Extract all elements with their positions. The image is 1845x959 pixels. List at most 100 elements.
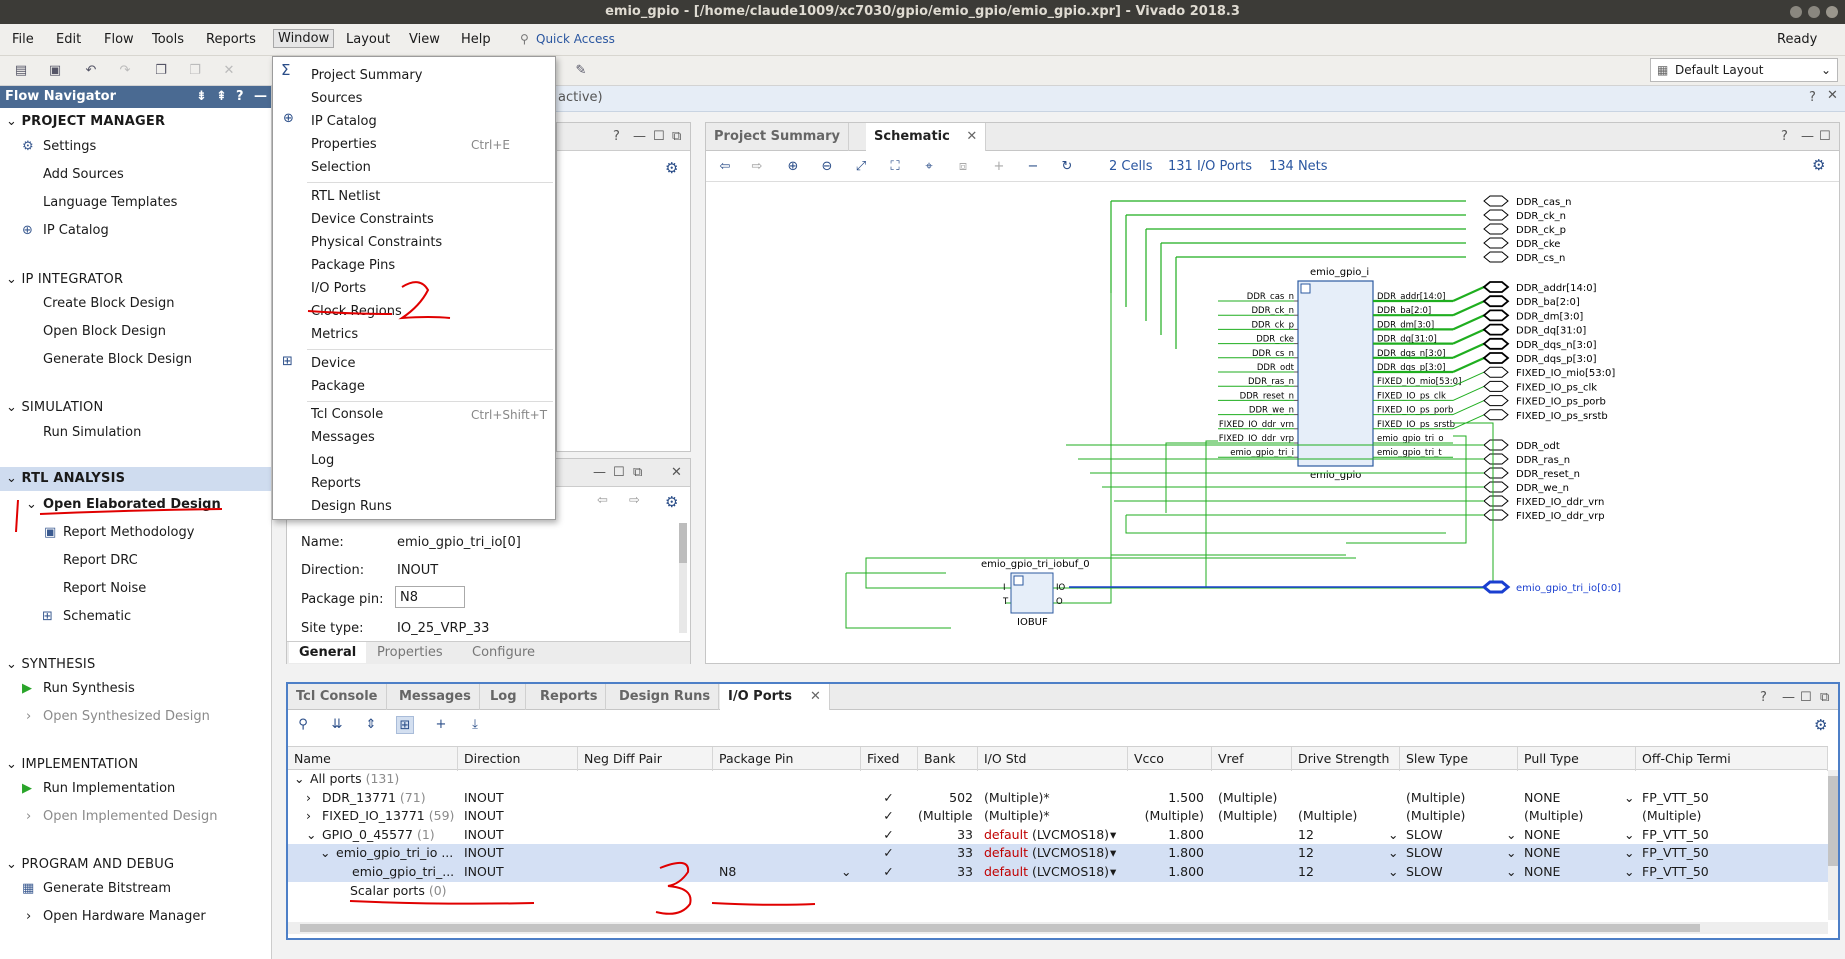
copy-icon[interactable]: ❐ [152,62,170,80]
table-row[interactable]: emio_gpio_tri_... INOUT N8 ⌄ ✓ 33 default (LVC… [288,863,1828,882]
io-ports-count-link[interactable]: 131 I/O Ports [1168,159,1252,174]
column-header[interactable]: Direction [458,747,578,771]
run-synthesis-item[interactable]: Run Synthesis [43,681,135,696]
implementation-section[interactable]: ⌄ IMPLEMENTATION [6,757,138,772]
ip-catalog-item[interactable]: IP Catalog [43,223,109,238]
help-icon[interactable]: ? [1809,90,1816,105]
menu-item-log[interactable]: Log [311,453,334,468]
menu-item-project-summary[interactable]: Project Summary [311,68,422,83]
generate-bitstream-item[interactable]: Generate Bitstream [43,881,171,896]
chevron-down-icon[interactable]: ⌄ [26,497,37,512]
add-sources-item[interactable]: Add Sources [43,167,124,182]
menu-reports[interactable]: Reports [206,32,256,47]
open-synthesized-design-item[interactable]: Open Synthesized Design [43,709,210,724]
chevron-right-icon[interactable]: › [26,709,31,724]
back-icon[interactable]: ⇦ [716,158,734,176]
column-header[interactable]: Fixed [861,747,918,771]
menu-item-tcl-console[interactable]: Tcl Console [311,407,383,422]
collapse-icon[interactable]: − [1024,158,1042,176]
forward-icon[interactable]: ⇨ [629,493,640,508]
menu-item-selection[interactable]: Selection [311,160,371,175]
menu-item-metrics[interactable]: Metrics [311,327,358,342]
menu-item-package[interactable]: Package [311,379,365,394]
fit-icon[interactable]: ⤢ [852,158,870,176]
program-debug-section[interactable]: ⌄ PROGRAM AND DEBUG [6,857,174,872]
column-header[interactable]: Vcco [1128,747,1212,771]
menu-item-package-pins[interactable]: Package Pins [311,258,395,273]
table-row[interactable]: ⌄ emio_gpio_tri_io ... INOUT ✓ 33 default (LV… [288,844,1828,863]
open-implemented-design-item[interactable]: Open Implemented Design [43,809,217,824]
chevron-right-icon[interactable]: › [26,809,31,824]
column-header[interactable]: Pull Type [1518,747,1636,771]
layout-select[interactable]: ▦ Default Layout ⌄ [1650,58,1838,82]
group-icon[interactable]: ⊞ [396,716,414,734]
back-icon[interactable]: ⇦ [597,493,608,508]
target-icon[interactable]: ⌖ [920,158,938,176]
refresh-icon[interactable]: ↻ [1058,158,1076,176]
gear-icon[interactable]: ⚙ [665,493,678,511]
menu-item-device-constraints[interactable]: Device Constraints [311,212,434,227]
close-icon[interactable]: ✕ [1827,88,1838,103]
tab-project-summary[interactable]: Project Summary [706,123,849,151]
help-icon[interactable]: ? [1781,129,1788,144]
column-header[interactable]: Bank [918,747,978,771]
menu-item-device[interactable]: Device [311,356,355,371]
tab-log[interactable]: Log [482,684,526,710]
minimize-icon[interactable]: — [254,86,267,108]
language-templates-item[interactable]: Language Templates [43,195,177,210]
tab-properties[interactable]: Properties [377,645,443,660]
open-project-icon[interactable]: ▤ [12,62,30,80]
simulation-section[interactable]: ⌄ SIMULATION [6,400,103,415]
settings-item[interactable]: Settings [43,139,96,154]
menu-item-rtl-netlist[interactable]: RTL Netlist [311,189,380,204]
menu-item-clock-regions[interactable]: Clock Regions [311,304,402,319]
generate-block-design-item[interactable]: Generate Block Design [43,352,192,367]
maximize-icon[interactable] [1808,6,1820,18]
tab-reports[interactable]: Reports [532,684,607,710]
tab-design-runs[interactable]: Design Runs [611,684,720,710]
menu-item-ip-catalog[interactable]: IP Catalog [311,114,377,129]
menu-item-io-ports[interactable]: I/O Ports [311,281,366,296]
menu-item-design-runs[interactable]: Design Runs [311,499,392,514]
scrollbar[interactable] [1828,770,1838,920]
search-icon[interactable]: ⚲ [294,716,312,734]
report-methodology-item[interactable]: Report Methodology [63,525,194,540]
schematic-item[interactable]: Schematic [63,609,131,624]
rtl-analysis-section[interactable]: ⌄ RTL ANALYSIS [6,471,125,486]
maximize-icon[interactable]: ☐ [653,129,665,144]
tab-configure[interactable]: Configure [472,645,535,660]
collapse-all-icon[interactable]: ⇊ [328,716,346,734]
regenerate-icon[interactable]: ⧈ [954,158,972,176]
export-icon[interactable]: ⤓ [466,716,484,734]
column-header[interactable]: Slew Type [1400,747,1518,771]
minimize-icon[interactable]: — [633,129,646,144]
help-icon[interactable]: ? [613,129,620,144]
column-header[interactable]: Drive Strength [1292,747,1400,771]
tab-messages[interactable]: Messages [391,684,480,710]
run-implementation-item[interactable]: Run Implementation [43,781,175,796]
column-header[interactable]: Off-Chip Termi [1636,747,1828,771]
table-row[interactable]: Scalar ports (0) [288,882,1828,901]
zoom-in-icon[interactable]: ⊕ [784,158,802,176]
tab-schematic[interactable]: Schematic ✕ [866,123,987,151]
close-icon[interactable] [1826,6,1838,18]
ip-integrator-section[interactable]: ⌄ IP INTEGRATOR [6,272,123,287]
paste-icon[interactable]: ❐ [186,62,204,80]
expand-icon[interactable]: ⇞ [216,86,227,108]
close-icon[interactable]: ✕ [810,689,821,704]
minimize-icon[interactable] [1790,6,1802,18]
synthesis-section[interactable]: ⌄ SYNTHESIS [6,657,95,672]
menu-layout[interactable]: Layout [346,32,390,47]
cells-count-link[interactable]: 2 Cells [1109,159,1152,174]
schematic-canvas[interactable]: emio_gpio_i emio_gpio DDR_cas_n DDR_ck_n DDR… [706,183,1839,663]
menu-window[interactable]: Window [273,29,335,48]
tab-io-ports[interactable]: I/O Ports ✕ [720,684,830,710]
help-icon[interactable]: ? [236,86,244,108]
column-header[interactable]: Name [288,747,458,771]
gear-icon[interactable]: ⚙ [665,159,678,177]
debug-icon[interactable]: ✎ [572,62,590,80]
open-elaborated-design-item[interactable]: Open Elaborated Design [43,497,221,512]
column-header[interactable]: Package Pin [713,747,861,771]
scrollbar[interactable] [679,523,687,633]
forward-icon[interactable]: ⇨ [748,158,766,176]
